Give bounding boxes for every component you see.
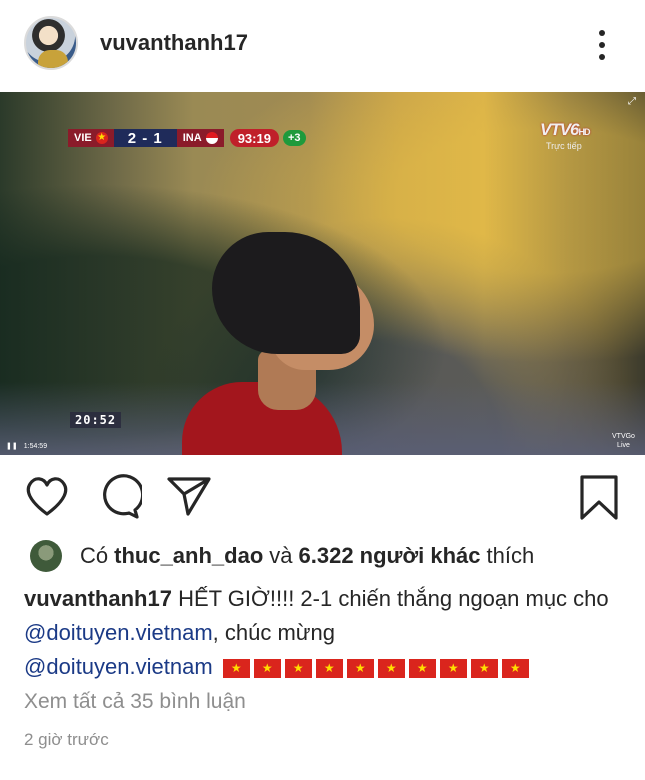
match-score: 2 - 1 bbox=[113, 129, 177, 147]
post-header: vuvanthanh17 bbox=[0, 0, 645, 90]
live-label: Trực tiếp bbox=[546, 141, 582, 151]
vietnam-flag-emoji: ★ bbox=[377, 658, 405, 678]
heart-icon[interactable] bbox=[24, 474, 70, 518]
scoreboard-overlay: VIE ★ 2 - 1 INA 93:19 +3 bbox=[68, 128, 306, 148]
avatar[interactable] bbox=[24, 16, 78, 70]
bookmark-icon[interactable] bbox=[578, 474, 620, 522]
likes-prefix: Có bbox=[80, 543, 109, 568]
playback-time: 1:54:59 bbox=[23, 442, 48, 450]
team-away: INA bbox=[176, 129, 224, 147]
caption-text-1: HẾT GIỜ!!!! 2-1 chiến thắng ngoạn mục ch… bbox=[178, 586, 609, 611]
post-caption: vuvanthanh17 HẾT GIỜ!!!! 2-1 chiến thắng… bbox=[24, 582, 624, 684]
caption-mention-2[interactable]: @doituyen.vietnam bbox=[24, 654, 213, 679]
liker-avatar[interactable] bbox=[30, 540, 62, 572]
pause-icon[interactable]: ❚❚ bbox=[6, 442, 18, 450]
vietnam-flag-emoji: ★ bbox=[470, 658, 498, 678]
liker-username[interactable]: thuc_anh_dao bbox=[114, 543, 263, 569]
likes-suffix: thích bbox=[486, 543, 535, 568]
vietnam-flag-emoji: ★ bbox=[284, 658, 312, 678]
broadcaster-logo: VTV6HD Trực tiếp bbox=[540, 120, 610, 154]
caption-mention-1[interactable]: @doituyen.vietnam bbox=[24, 620, 213, 645]
indonesia-flag-icon bbox=[205, 132, 218, 144]
playback-bar: ❚❚ 1:54:59 bbox=[6, 442, 48, 451]
vietnam-flag-emoji: ★ bbox=[222, 658, 250, 678]
match-clock: 93:19 bbox=[229, 129, 279, 147]
flag-emojis: ★ ★ ★ ★ ★ ★ ★ ★ ★ ★ bbox=[222, 658, 529, 678]
action-bar bbox=[0, 470, 645, 522]
expand-icon[interactable]: ⤢ bbox=[628, 96, 636, 107]
view-all-comments-link[interactable]: Xem tất cả 35 bình luận bbox=[24, 690, 246, 714]
caption-text-2: , chúc mừng bbox=[212, 620, 335, 645]
send-icon[interactable] bbox=[166, 474, 212, 518]
vietnam-flag-emoji: ★ bbox=[253, 658, 281, 678]
vietnam-flag-emoji: ★ bbox=[315, 658, 343, 678]
clip-timer: 20:52 bbox=[70, 412, 122, 428]
post-timestamp: 2 giờ trước bbox=[24, 730, 109, 749]
caption-author[interactable]: vuvanthanh17 bbox=[24, 586, 172, 611]
username[interactable]: vuvanthanh17 bbox=[100, 30, 248, 56]
avatar-shirt bbox=[38, 50, 68, 68]
likes-others[interactable]: 6.322 người khác bbox=[299, 543, 481, 569]
vietnam-flag-emoji: ★ bbox=[408, 658, 436, 678]
vietnam-flag-emoji: ★ bbox=[346, 658, 374, 678]
likes-connector: và bbox=[269, 543, 293, 568]
corner-logo: VTVGo Live bbox=[612, 433, 635, 449]
vietnam-flag-emoji: ★ bbox=[501, 658, 529, 678]
likes-row: Có thuc_anh_dao và 6.322 người khác thíc… bbox=[30, 538, 540, 574]
vietnam-flag-emoji: ★ bbox=[439, 658, 467, 678]
added-time: +3 bbox=[282, 130, 306, 146]
team-home: VIE ★ bbox=[68, 129, 114, 147]
vietnam-flag-icon: ★ bbox=[95, 132, 108, 144]
more-vertical-icon[interactable] bbox=[592, 28, 612, 62]
comment-icon[interactable] bbox=[96, 474, 142, 520]
